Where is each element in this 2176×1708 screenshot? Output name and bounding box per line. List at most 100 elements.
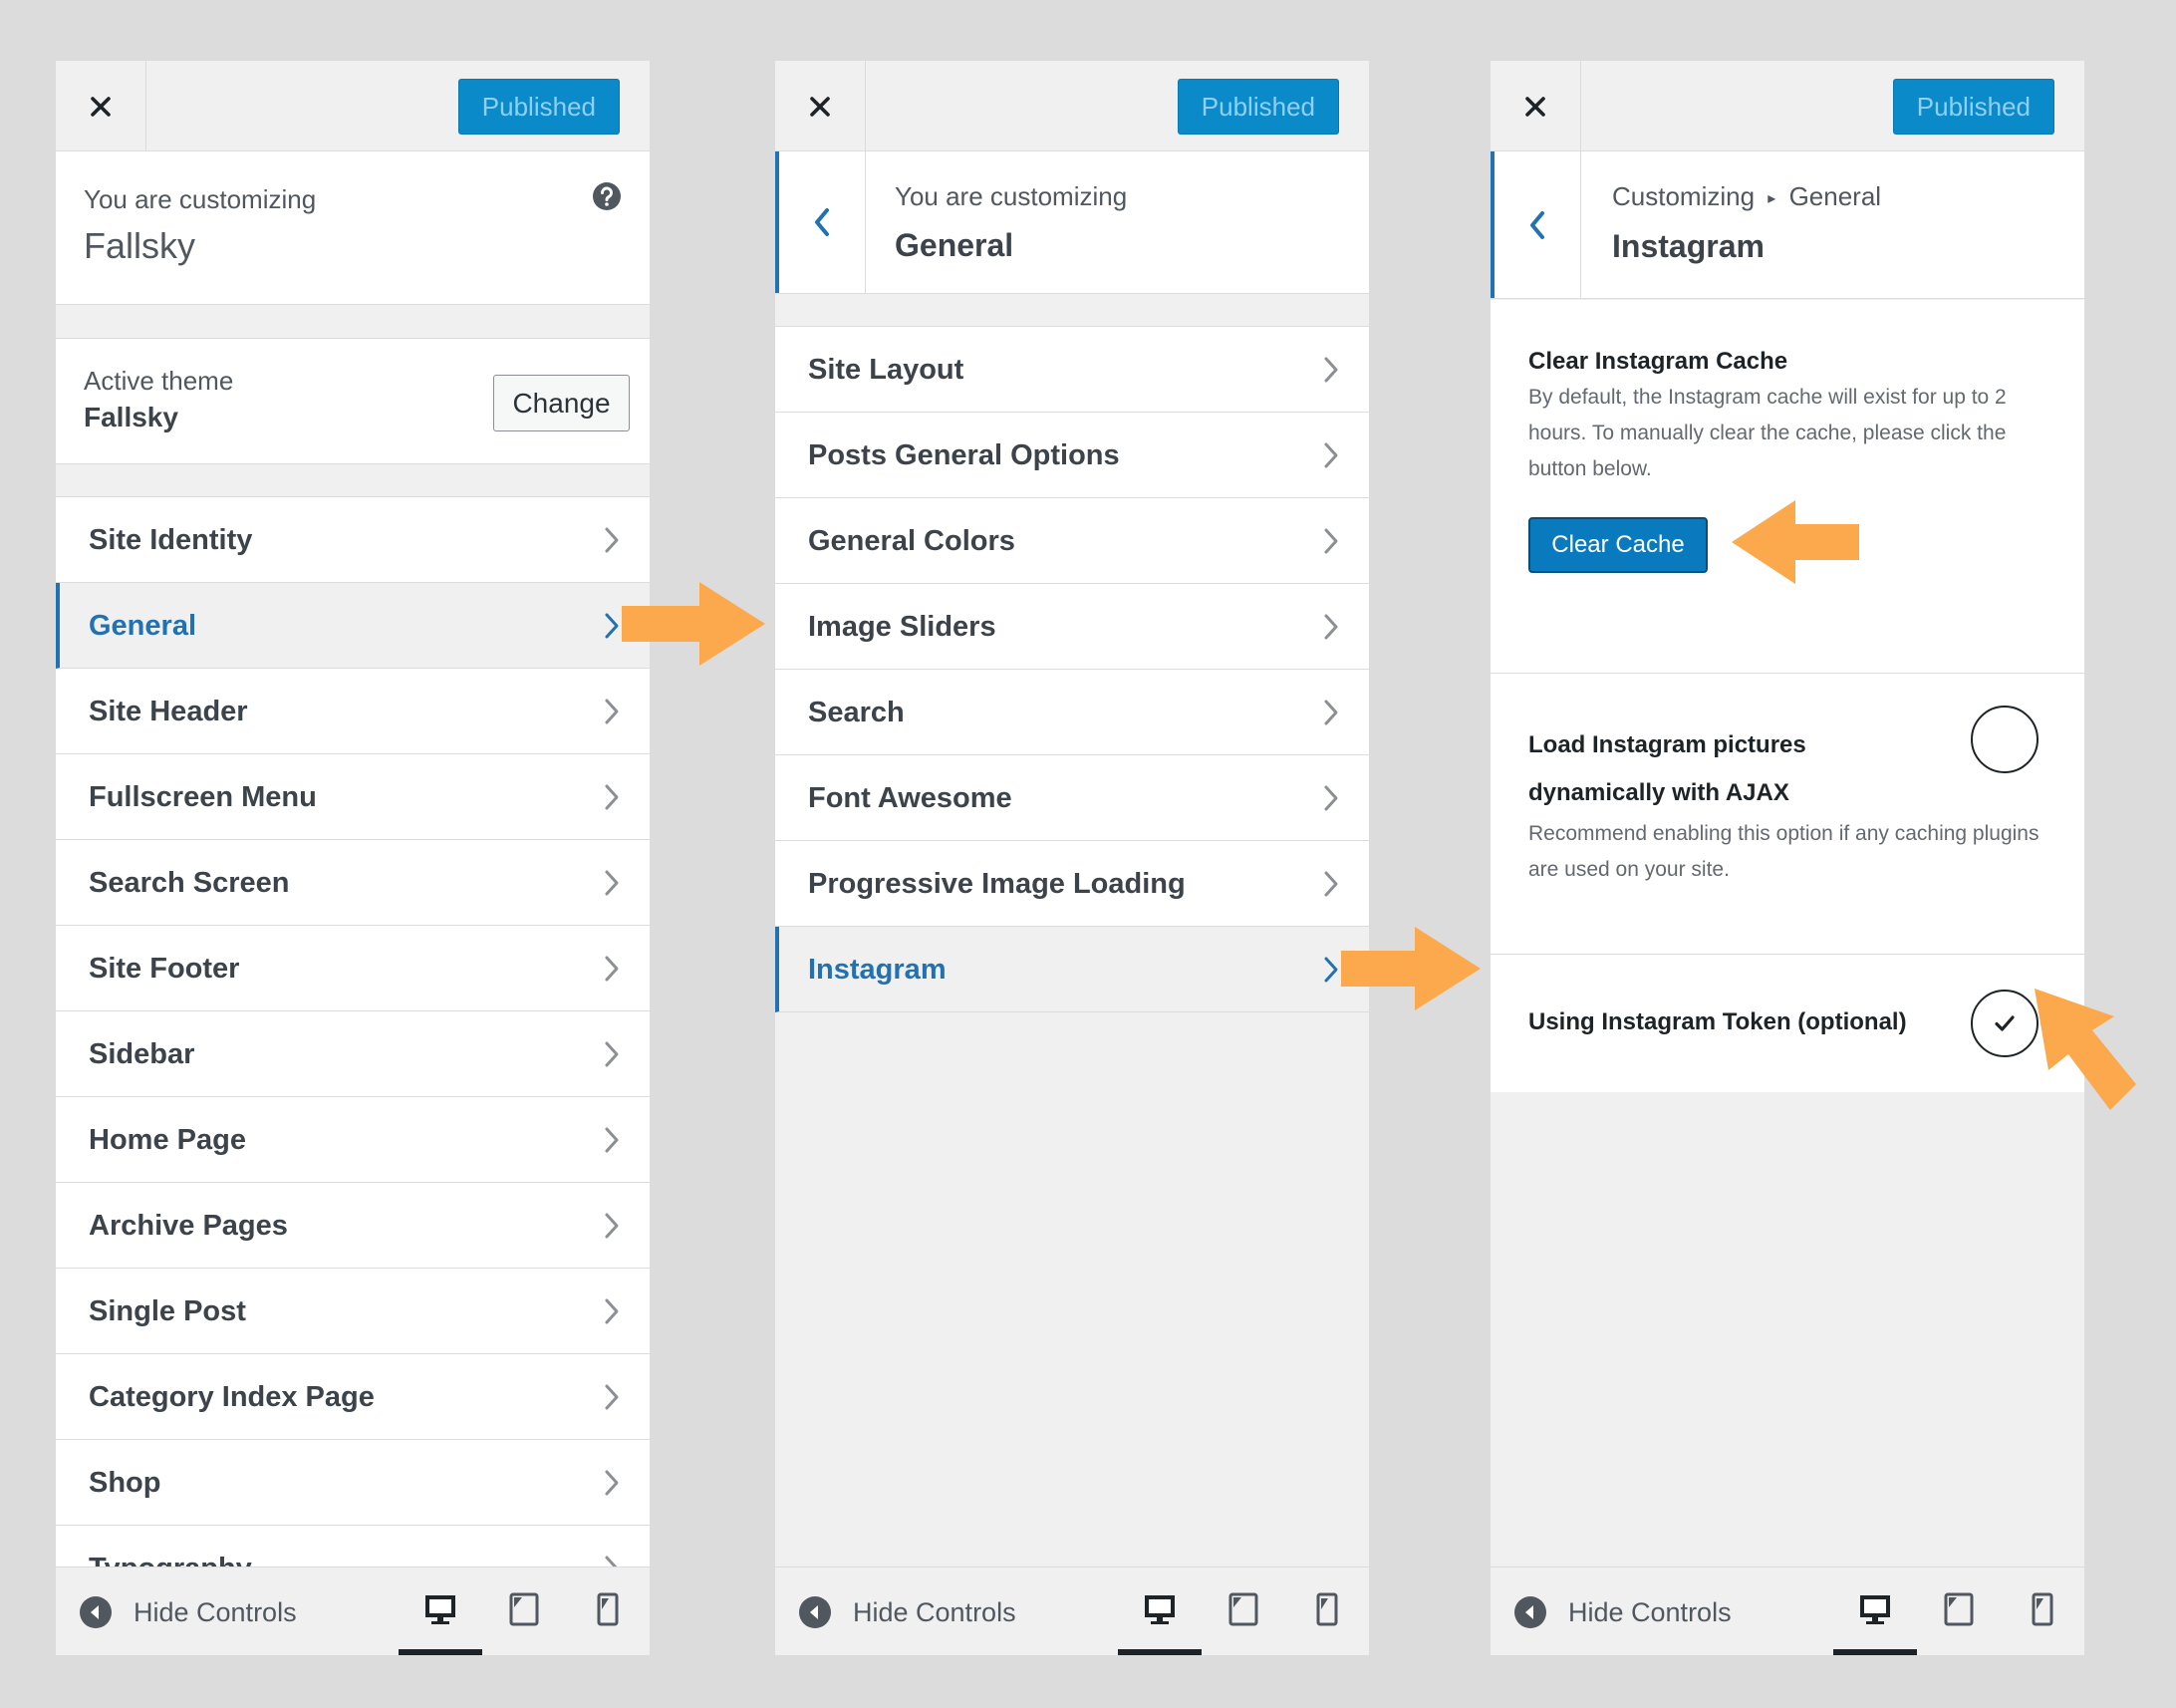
bottom-bar: Hide Controls xyxy=(1491,1566,2084,1655)
ajax-option-description: Recommend enabling this option if any ca… xyxy=(1528,822,2040,881)
customizing-info: You are customizing General xyxy=(775,151,1369,294)
ajax-option-title: Load Instagram pictures dynamically with… xyxy=(1528,731,1806,806)
desktop-preview-icon[interactable] xyxy=(1855,1589,1895,1629)
clear-cache-description: By default, the Instagram cache will exi… xyxy=(1528,386,2007,480)
chevron-left-icon xyxy=(815,208,829,236)
clear-cache-button[interactable]: Clear Cache xyxy=(1528,517,1708,573)
close-button[interactable] xyxy=(1491,61,1581,151)
mobile-preview-icon[interactable] xyxy=(2023,1589,2062,1629)
chevron-right-icon xyxy=(605,784,619,810)
active-device-indicator xyxy=(1833,1649,1917,1655)
breadcrumb: Customizing ▸ General xyxy=(1612,181,1881,212)
customizing-info: Customizing ▸ General Instagram xyxy=(1491,151,2084,299)
menu-item-instagram[interactable]: Instagram xyxy=(775,927,1369,1012)
top-bar: Published xyxy=(1491,61,2084,151)
change-theme-button[interactable]: Change xyxy=(493,375,630,431)
customizer-panel-instagram: Published Customizing ▸ General Instagra… xyxy=(1491,61,2084,1655)
menu-item-fullscreen-menu[interactable]: Fullscreen Menu xyxy=(56,754,650,840)
clear-cache-section: Clear Instagram Cache By default, the In… xyxy=(1491,300,2084,674)
menu-item-home-page[interactable]: Home Page xyxy=(56,1097,650,1183)
menu-item-general[interactable]: General xyxy=(56,583,650,669)
menu-item-image-sliders[interactable]: Image Sliders xyxy=(775,584,1369,670)
menu-item-search[interactable]: Search xyxy=(775,670,1369,755)
hide-controls-label: Hide Controls xyxy=(853,1596,1016,1627)
active-theme-box: Active theme Fallsky Change xyxy=(56,338,650,464)
bottom-bar: Hide Controls xyxy=(775,1566,1369,1655)
close-button[interactable] xyxy=(56,61,146,151)
hide-controls-button[interactable]: Hide Controls xyxy=(80,1595,297,1629)
hide-controls-button[interactable]: Hide Controls xyxy=(799,1595,1016,1629)
chevron-right-icon xyxy=(605,527,619,553)
desktop-preview-icon[interactable] xyxy=(420,1589,460,1629)
chevron-right-icon xyxy=(605,1213,619,1239)
active-theme-label: Active theme xyxy=(84,366,234,396)
publish-button[interactable]: Published xyxy=(457,79,620,135)
publish-button[interactable]: Published xyxy=(1892,79,2054,135)
checkmark-icon xyxy=(1995,1015,2015,1031)
menu-item-label: Site Identity xyxy=(89,524,253,556)
menu-item-shop[interactable]: Shop xyxy=(56,1440,650,1526)
chevron-right-icon xyxy=(1324,614,1338,640)
ajax-toggle[interactable] xyxy=(1971,706,2039,773)
help-icon[interactable] xyxy=(592,181,622,211)
menu-item-label: Single Post xyxy=(89,1295,246,1327)
menu-item-label: Category Index Page xyxy=(89,1381,375,1413)
hide-controls-label: Hide Controls xyxy=(1568,1596,1732,1627)
menu-item-site-identity[interactable]: Site Identity xyxy=(56,497,650,583)
menu-item-general-colors[interactable]: General Colors xyxy=(775,498,1369,584)
collapse-arrow-icon xyxy=(80,1596,112,1628)
menu-item-progressive-image-loading[interactable]: Progressive Image Loading xyxy=(775,841,1369,927)
chevron-right-icon xyxy=(605,956,619,982)
hide-controls-button[interactable]: Hide Controls xyxy=(1514,1595,1732,1629)
section-title: Instagram xyxy=(1612,228,1765,264)
menu-item-sidebar[interactable]: Sidebar xyxy=(56,1011,650,1097)
menu-item-site-layout[interactable]: Site Layout xyxy=(775,327,1369,413)
menu-item-site-header[interactable]: Site Header xyxy=(56,669,650,754)
back-button[interactable] xyxy=(1491,151,1581,298)
top-bar: Published xyxy=(56,61,650,151)
token-option-section: Using Instagram Token (optional) xyxy=(1491,955,2084,1092)
menu-item-font-awesome[interactable]: Font Awesome xyxy=(775,755,1369,841)
chevron-right-icon xyxy=(605,1384,619,1410)
section-title: General xyxy=(895,227,1014,263)
tablet-preview-icon[interactable] xyxy=(504,1589,544,1629)
collapse-arrow-icon xyxy=(799,1596,831,1628)
chevron-right-icon xyxy=(605,1127,619,1153)
chevron-right-icon xyxy=(605,1298,619,1324)
tablet-preview-icon[interactable] xyxy=(1939,1589,1979,1629)
chevron-right-icon xyxy=(1324,957,1338,983)
breadcrumb-section: General xyxy=(1788,181,1882,211)
chevron-right-icon xyxy=(1324,700,1338,725)
mobile-preview-icon[interactable] xyxy=(1307,1589,1347,1629)
customizer-panel-general: Published You are customizing General Si… xyxy=(775,61,1369,1655)
annotation-arrow-right-2 xyxy=(1341,927,1481,1010)
desktop-preview-icon[interactable] xyxy=(1140,1589,1180,1629)
menu-item-site-footer[interactable]: Site Footer xyxy=(56,926,650,1011)
chevron-right-icon xyxy=(1324,357,1338,383)
menu-item-single-post[interactable]: Single Post xyxy=(56,1269,650,1354)
back-button[interactable] xyxy=(775,151,866,293)
chevron-right-icon xyxy=(1324,871,1338,897)
close-button[interactable] xyxy=(775,61,866,151)
top-bar: Published xyxy=(775,61,1369,151)
mobile-preview-icon[interactable] xyxy=(588,1589,628,1629)
chevron-right-icon xyxy=(605,613,619,639)
customizing-info: You are customizing Fallsky xyxy=(56,151,650,305)
chevron-left-icon xyxy=(1530,210,1544,239)
menu-item-search-screen[interactable]: Search Screen xyxy=(56,840,650,926)
site-name: Fallsky xyxy=(84,225,196,266)
publish-button[interactable]: Published xyxy=(1177,79,1339,135)
sections-menu: Site Identity General Site Header Fullscree… xyxy=(56,496,650,1611)
bottom-bar: Hide Controls xyxy=(56,1566,650,1655)
chevron-right-icon xyxy=(1324,442,1338,468)
menu-item-label: Font Awesome xyxy=(808,782,1012,814)
menu-item-archive-pages[interactable]: Archive Pages xyxy=(56,1183,650,1269)
ajax-option-section: Load Instagram pictures dynamically with… xyxy=(1491,674,2084,955)
chevron-right-icon xyxy=(1324,528,1338,554)
menu-item-posts-general-options[interactable]: Posts General Options xyxy=(775,413,1369,498)
menu-item-label: Site Layout xyxy=(808,354,964,386)
menu-item-category-index-page[interactable]: Category Index Page xyxy=(56,1354,650,1440)
active-device-indicator xyxy=(1118,1649,1202,1655)
chevron-right-icon xyxy=(1324,785,1338,811)
tablet-preview-icon[interactable] xyxy=(1224,1589,1263,1629)
